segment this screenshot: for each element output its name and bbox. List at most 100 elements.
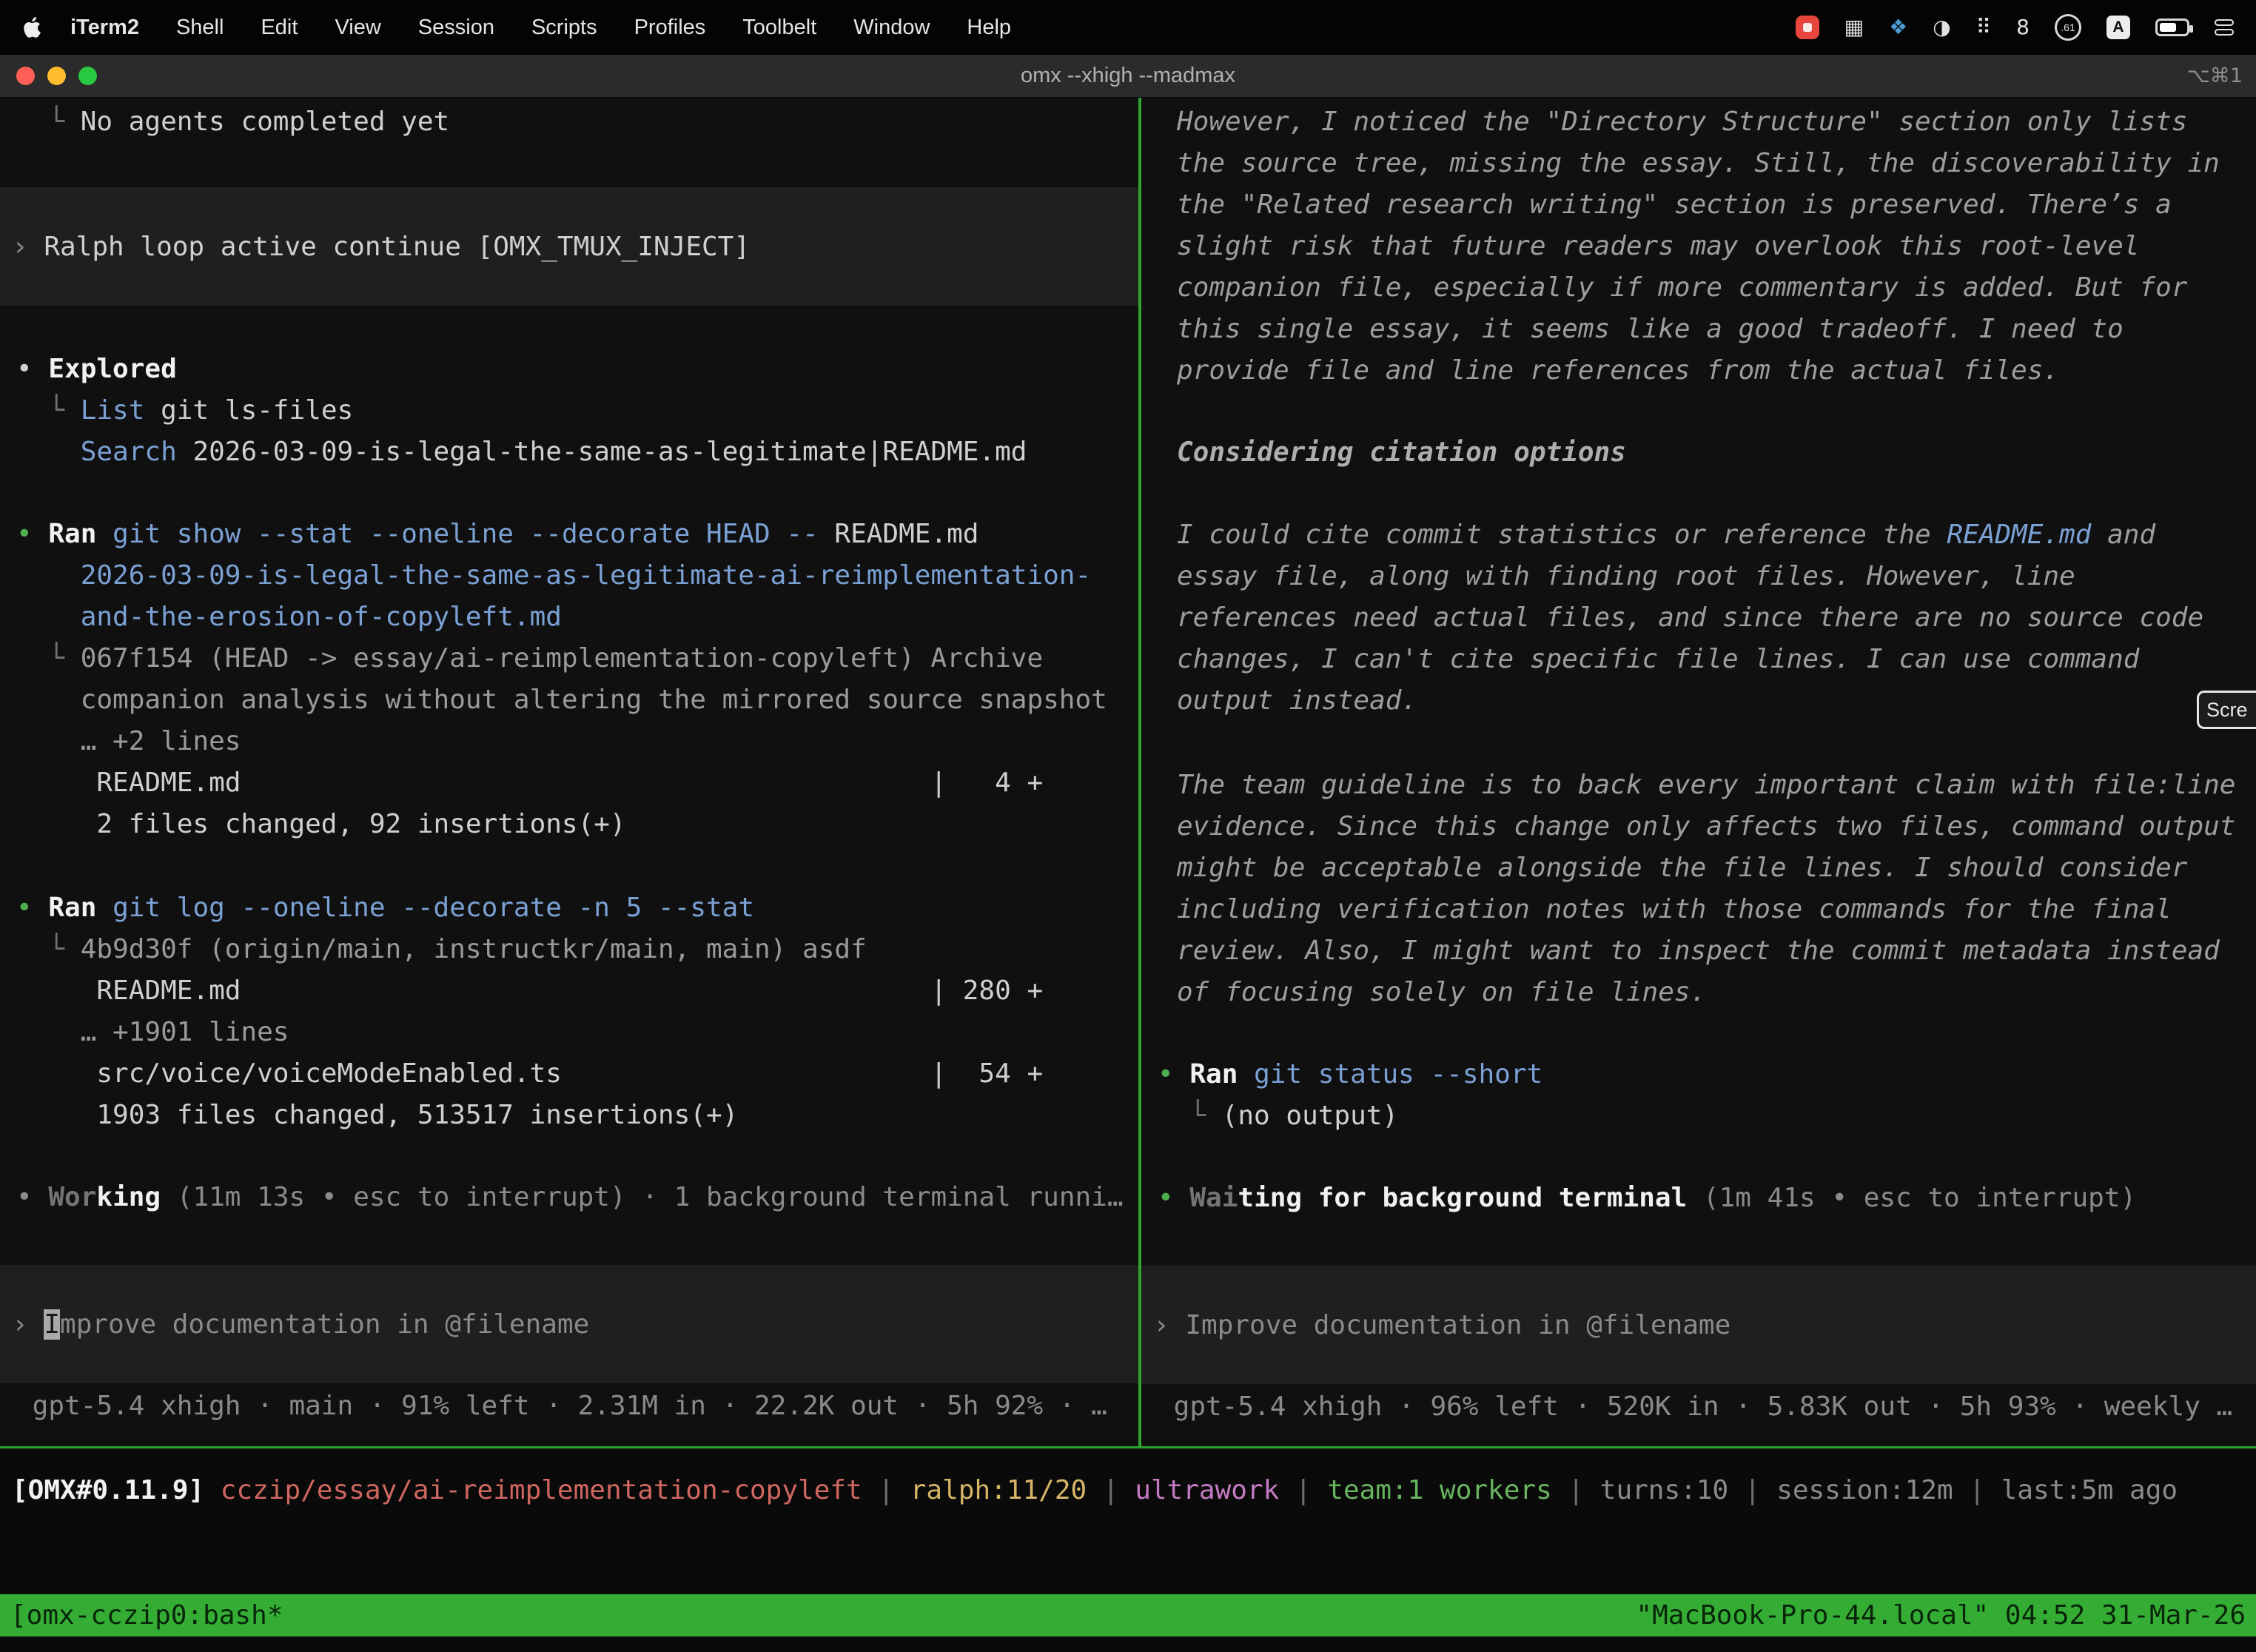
text-segment: I could cite commit statistics or refere… (1177, 520, 1947, 550)
text-segment: (no output) (1222, 1101, 1398, 1131)
text-segment: evidence. Since this change only affects… (1177, 811, 2235, 842)
omx-status-segment: team:1 workers (1327, 1475, 1551, 1505)
text-segment: including verification notes with those … (1177, 894, 2172, 924)
minimize-button[interactable] (47, 67, 66, 85)
prompt-input[interactable]: › Improve documentation in @filename (0, 1265, 1138, 1383)
menu-scripts[interactable]: Scripts (513, 16, 616, 40)
terminal-line: references need actual files, and since … (1141, 597, 2256, 639)
text-segment: › (12, 1309, 44, 1340)
window-shortcut-label: ⌥⌘1 (2187, 64, 2243, 87)
text-segment: slight risk that future readers may over… (1177, 231, 2139, 261)
control-center-icon[interactable] (2215, 19, 2234, 36)
terminal-line: README.md | 4 + (0, 762, 1138, 804)
menu-window[interactable]: Window (835, 16, 948, 40)
terminal-line: └ 067f154 (HEAD -> essay/ai-reimplementa… (0, 638, 1138, 679)
terminal-line: • Ran git log --oneline --decorate -n 5 … (0, 887, 1138, 929)
app-icon-half-circle[interactable]: ◑ (1933, 17, 1950, 38)
record-dot (1803, 23, 1812, 32)
menu-view[interactable]: View (316, 16, 399, 40)
battery-percentage-icon[interactable]: .61 (2055, 14, 2081, 41)
terminal-line: gpt-5.4 xhigh · main · 91% left · 2.31M … (0, 1386, 1138, 1427)
terminal-content: └ No agents completed yet› Ralph loop ac… (0, 98, 2256, 1446)
terminal-line: provide file and line references from th… (1141, 350, 2256, 392)
screen-recording-stop-icon[interactable] (1796, 16, 1819, 39)
text-segment: of focusing solely on file lines. (1177, 977, 1706, 1007)
app-grid-icon[interactable]: ⠿ (1976, 17, 1992, 38)
text-segment (96, 893, 113, 923)
terminal-line: • Working (11m 13s • esc to interrupt) ·… (0, 1177, 1138, 1218)
text-segment: └ (16, 107, 81, 137)
apple-menu-icon[interactable] (22, 16, 41, 38)
text-segment (16, 437, 81, 467)
input-source-icon[interactable]: A (2106, 16, 2130, 39)
terminal-line: • Explored (0, 349, 1138, 390)
text-segment: README.md | 280 + (16, 976, 1043, 1006)
text-segment: I (44, 1309, 60, 1340)
text-segment (1238, 1059, 1254, 1089)
text-segment: 2 files changed, 92 insertions(+) (16, 809, 626, 839)
screen-capture-overlay[interactable]: Scre (2197, 691, 2256, 729)
terminal-line: and-the-erosion-of-copyleft.md (0, 597, 1138, 638)
omx-status-segment: turns:10 (1600, 1475, 1728, 1505)
text-segment: List (81, 395, 145, 426)
menu-iterm2[interactable]: iTerm2 (52, 16, 158, 40)
text-segment: └ (16, 395, 81, 426)
text-segment: gpt-5.4 xhigh · main · 91% left · 2.31M … (16, 1391, 1107, 1421)
text-segment: git ls-files (144, 395, 353, 426)
menu-shell[interactable]: Shell (158, 16, 243, 40)
terminal-line: └ List git ls-files (0, 390, 1138, 432)
zoom-button[interactable] (78, 67, 97, 85)
app-icon-blue[interactable]: ❖ (1889, 17, 1907, 38)
tmux-session-label: [omx-cczip0:bash* (10, 1600, 283, 1631)
thinking-heading: Considering citation options (1141, 432, 2256, 474)
menu-edit[interactable]: Edit (242, 16, 316, 40)
menu-toolbelt[interactable]: Toolbelt (724, 16, 835, 40)
omx-status-segment: session:12m (1776, 1475, 1953, 1505)
text-segment: 2026-03-09-is-legal-the-same-as-legitima… (81, 560, 1091, 591)
menu-session[interactable]: Session (400, 16, 513, 40)
menu-profiles[interactable]: Profiles (616, 16, 725, 40)
text-segment: output instead. (1177, 685, 1417, 716)
terminal-line: changes, I can't cite specific file line… (1141, 639, 2256, 680)
terminal-line: … +2 lines (0, 721, 1138, 762)
terminal-line: companion analysis without altering the … (0, 679, 1138, 721)
battery-charging-icon[interactable] (2155, 19, 2189, 36)
text-segment: (11m 13s • esc to interrupt) (177, 1182, 626, 1212)
terminal-line: evidence. Since this change only affects… (1141, 806, 2256, 847)
text-segment: mprove documentation in @filename (60, 1309, 589, 1340)
terminal-line: └ No agents completed yet (0, 101, 1138, 143)
terminal-line: including verification notes with those … (1141, 889, 2256, 930)
terminal-line: this single essay, it seems like a good … (1141, 309, 2256, 350)
terminal-line: slight risk that future readers may over… (1141, 226, 2256, 267)
text-segment: Ran (48, 519, 96, 549)
text-segment: Wai (1189, 1183, 1238, 1213)
terminal-line: └ 4b9d30f (origin/main, instructkr/main,… (0, 929, 1138, 970)
pill (2215, 19, 2234, 26)
menu-items: iTerm2ShellEditViewSessionScriptsProfile… (52, 16, 1030, 40)
menubar-status-icons: ▦ ❖ ◑ ⠿ 8 .61 A (1796, 14, 2238, 41)
text-segment: └ (1158, 1101, 1222, 1131)
terminal-line: 2026-03-09-is-legal-the-same-as-legitima… (0, 555, 1138, 597)
pill (2215, 29, 2234, 36)
terminal-line: Search 2026-03-09-is-legal-the-same-as-l… (0, 432, 1138, 473)
omx-status-line: [OMX#0.11.9] cczip/essay/ai-reimplementa… (0, 1448, 2256, 1531)
terminal-line: … +1901 lines (0, 1012, 1138, 1053)
prompt-input[interactable]: › Improve documentation in @filename (1141, 1266, 2256, 1384)
text-segment: 1903 files changed, 513517 insertions(+) (16, 1100, 738, 1130)
terminal-line: the "Related research writing" section i… (1141, 184, 2256, 226)
text-segment: this single essay, it seems like a good … (1177, 314, 2124, 344)
terminal-line: output instead. (1141, 680, 2256, 722)
tmux-pane-right[interactable]: However, I noticed the "Directory Struct… (1141, 98, 2256, 1446)
text-segment: README.md (819, 519, 979, 549)
app-icon-eight[interactable]: 8 (2016, 17, 2030, 38)
close-button[interactable] (16, 67, 35, 85)
omx-status-segment: last:5m ago (2001, 1475, 2178, 1505)
text-segment: └ (16, 643, 81, 674)
terminal-line: the source tree, missing the essay. Stil… (1141, 143, 2256, 184)
menu-help[interactable]: Help (948, 16, 1030, 40)
text-segment: companion analysis without altering the … (16, 685, 1107, 715)
terminal-line: src/voice/voiceModeEnabled.ts | 54 + (0, 1053, 1138, 1095)
text-segment: and (2091, 520, 2155, 550)
window-tiling-icon[interactable]: ▦ (1844, 17, 1864, 38)
tmux-pane-left[interactable]: └ No agents completed yet› Ralph loop ac… (0, 98, 1138, 1446)
